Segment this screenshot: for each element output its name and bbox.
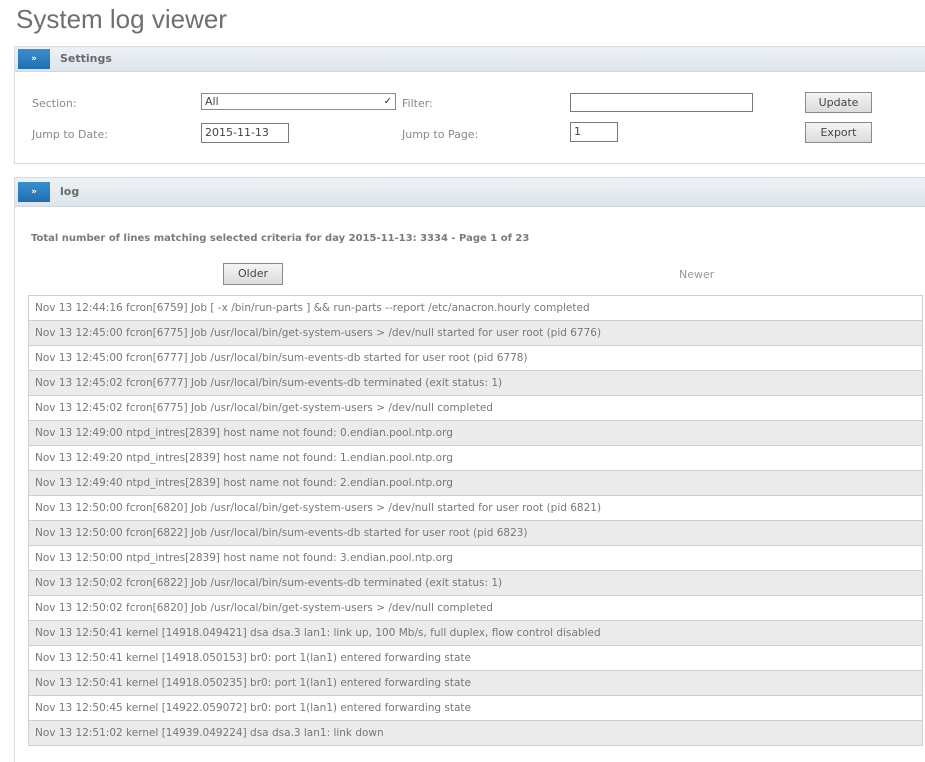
collapse-toggle-icon[interactable]: » (18, 49, 50, 69)
newer-link: Newer (679, 268, 715, 281)
log-title: log (60, 185, 80, 198)
log-row: Nov 13 12:50:45 kernel [14922.059072] br… (28, 696, 923, 721)
log-row: Nov 13 12:44:16 fcron[6759] Job [ -x /bi… (28, 296, 923, 321)
page-title: System log viewer (16, 4, 227, 34)
older-button[interactable]: Older (223, 263, 283, 285)
settings-header: » Settings (15, 47, 925, 72)
section-label: Section: (32, 97, 77, 110)
log-summary: Total number of lines matching selected … (31, 233, 530, 244)
jump-date-label: Jump to Date: (32, 128, 108, 141)
log-row: Nov 13 12:49:40 ntpd_intres[2839] host n… (28, 471, 923, 496)
log-row: Nov 13 12:50:41 kernel [14918.049421] ds… (28, 621, 923, 646)
collapse-toggle-icon[interactable]: » (18, 182, 50, 202)
settings-panel: » Settings Section: All ✓ Filter: Update… (14, 46, 925, 164)
log-row: Nov 13 12:51:02 kernel [14939.049224] ds… (28, 721, 923, 746)
log-row: Nov 13 12:50:00 fcron[6822] Job /usr/loc… (28, 521, 923, 546)
log-row: Nov 13 12:50:41 kernel [14918.050153] br… (28, 646, 923, 671)
update-button[interactable]: Update (805, 92, 872, 113)
log-header: » log (15, 178, 925, 207)
section-select[interactable]: All ✓ (201, 93, 396, 110)
log-row: Nov 13 12:45:00 fcron[6775] Job /usr/loc… (28, 321, 923, 346)
log-row: Nov 13 12:50:41 kernel [14918.050235] br… (28, 671, 923, 696)
log-row: Nov 13 12:50:00 fcron[6820] Job /usr/loc… (28, 496, 923, 521)
jump-page-input[interactable]: 1 (570, 122, 618, 142)
log-row: Nov 13 12:49:20 ntpd_intres[2839] host n… (28, 446, 923, 471)
jump-page-label: Jump to Page: (402, 128, 479, 141)
filter-label: Filter: (402, 97, 433, 110)
log-table: Nov 13 12:44:16 fcron[6759] Job [ -x /bi… (28, 295, 923, 746)
log-row: Nov 13 12:49:00 ntpd_intres[2839] host n… (28, 421, 923, 446)
jump-date-input[interactable]: 2015-11-13 (201, 123, 289, 143)
filter-input[interactable] (570, 93, 753, 112)
log-row: Nov 13 12:50:02 fcron[6820] Job /usr/loc… (28, 596, 923, 621)
page: System log viewer » Settings Section: Al… (0, 0, 925, 762)
log-row: Nov 13 12:45:02 fcron[6775] Job /usr/loc… (28, 396, 923, 421)
log-row: Nov 13 12:50:00 ntpd_intres[2839] host n… (28, 546, 923, 571)
section-select-value: All (205, 95, 219, 108)
chevron-down-icon: ✓ (383, 96, 392, 107)
settings-title: Settings (60, 52, 112, 65)
export-button[interactable]: Export (805, 122, 872, 143)
log-row: Nov 13 12:45:02 fcron[6777] Job /usr/loc… (28, 371, 923, 396)
log-panel: » log Total number of lines matching sel… (14, 177, 925, 762)
log-row: Nov 13 12:45:00 fcron[6777] Job /usr/loc… (28, 346, 923, 371)
log-row: Nov 13 12:50:02 fcron[6822] Job /usr/loc… (28, 571, 923, 596)
